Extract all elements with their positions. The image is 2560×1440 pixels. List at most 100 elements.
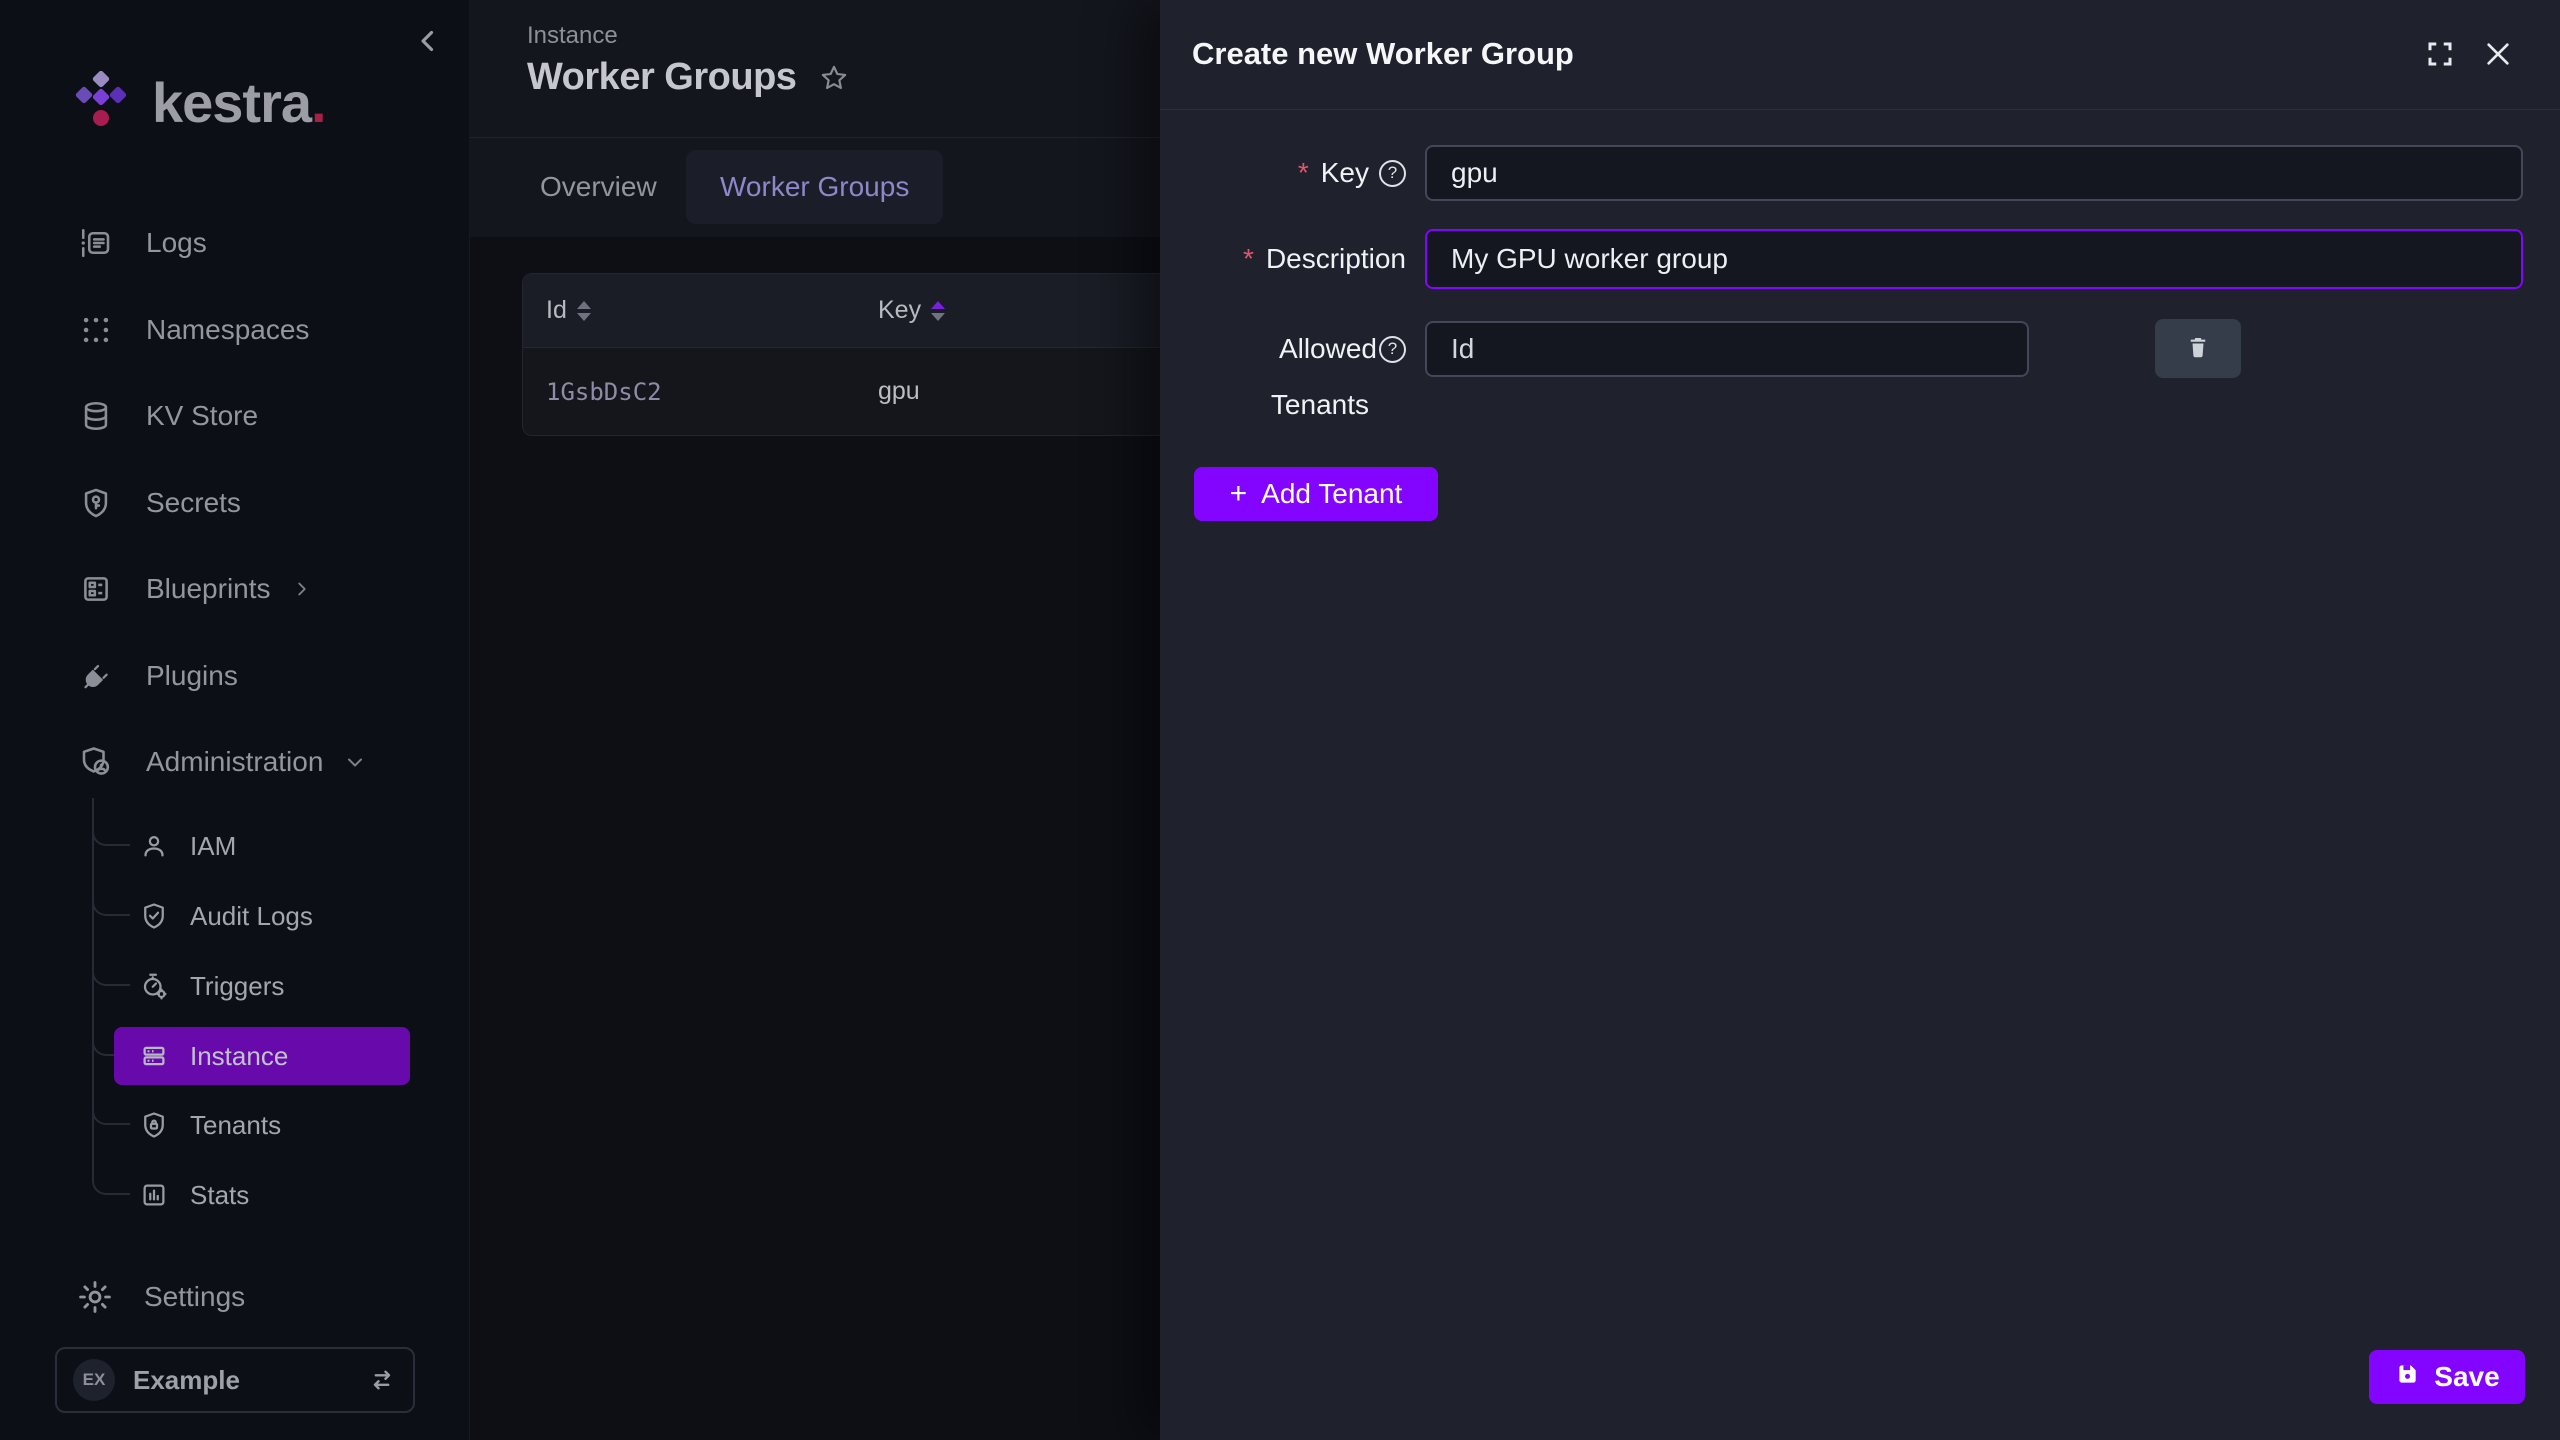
nav-label: Plugins: [146, 660, 238, 692]
description-input[interactable]: [1425, 229, 2523, 289]
tab-worker-groups[interactable]: Worker Groups: [686, 150, 943, 224]
column-header-id: Id: [546, 296, 567, 325]
sidebar-collapse-button[interactable]: [408, 22, 448, 62]
sidebar-item-tenants[interactable]: Tenants: [114, 1096, 410, 1154]
trash-icon: [2184, 333, 2212, 364]
label-text: Allowed: [1279, 333, 1377, 365]
tab-overview[interactable]: Overview: [506, 150, 691, 224]
sort-control-key[interactable]: [931, 301, 945, 321]
create-worker-group-drawer: Create new Worker Group * Key ? * Descri…: [1160, 0, 2560, 1440]
worker-groups-table: Id Key 1GsbDsC2 gpu: [522, 273, 1262, 436]
table-row[interactable]: 1GsbDsC2 gpu: [523, 347, 1261, 435]
help-icon[interactable]: ?: [1379, 160, 1406, 187]
cell-id: 1GsbDsC2: [546, 378, 662, 406]
required-marker: *: [1243, 243, 1254, 275]
sidebar-item-namespaces[interactable]: Namespaces: [58, 299, 448, 361]
nav-label: Stats: [190, 1180, 249, 1211]
kestra-logo[interactable]: kestra.: [72, 70, 327, 135]
fullscreen-icon: [2425, 39, 2455, 72]
plug-icon: [78, 658, 114, 694]
fullscreen-button[interactable]: [2418, 33, 2462, 77]
nav-label: Instance: [190, 1041, 288, 1072]
nav-label: Namespaces: [146, 314, 309, 346]
favorite-star-button[interactable]: [818, 62, 850, 97]
sort-asc-icon: [577, 301, 591, 309]
nav-label: Audit Logs: [190, 901, 313, 932]
breadcrumb: Instance: [527, 22, 618, 50]
sidebar-item-iam[interactable]: IAM: [114, 817, 410, 875]
swap-horizontal-icon: [367, 1365, 397, 1395]
shield-check-icon: [138, 900, 170, 932]
shield-key-icon: [78, 485, 114, 521]
gear-icon: [76, 1278, 114, 1316]
close-button[interactable]: [2476, 33, 2520, 77]
key-input[interactable]: [1425, 145, 2523, 201]
sidebar-item-audit-logs[interactable]: Audit Logs: [114, 887, 410, 945]
allowed-tenant-id-input[interactable]: [1425, 321, 2029, 377]
delete-tenant-button[interactable]: [2155, 319, 2241, 378]
help-glyph: ?: [1388, 163, 1397, 183]
chevron-right-icon: [291, 578, 313, 600]
drawer-title: Create new Worker Group: [1192, 36, 1574, 72]
nav-label: Settings: [144, 1281, 245, 1313]
allowed-tenants-label-line1: Allowed ?: [1190, 321, 1406, 377]
required-marker: *: [1298, 157, 1309, 189]
save-icon: [2394, 1361, 2420, 1394]
tab-label: Worker Groups: [720, 171, 909, 203]
label-text: Key: [1321, 157, 1369, 189]
logs-icon: [78, 225, 114, 261]
nav-label: Logs: [146, 227, 207, 259]
add-tenant-button[interactable]: + Add Tenant: [1194, 467, 1438, 521]
help-icon[interactable]: ?: [1379, 336, 1406, 363]
chevron-left-icon: [411, 46, 445, 61]
shield-account-icon: [78, 744, 114, 780]
sidebar-item-secrets[interactable]: Secrets: [58, 472, 448, 534]
sidebar-item-settings[interactable]: Settings: [58, 1266, 448, 1328]
sidebar-item-logs[interactable]: Logs: [58, 212, 448, 274]
sidebar-item-stats[interactable]: Stats: [114, 1166, 410, 1224]
nav-label: Blueprints: [146, 573, 271, 605]
key-field-label: * Key ?: [1190, 145, 1406, 201]
sidebar-item-plugins[interactable]: Plugins: [58, 645, 448, 707]
cell-key: gpu: [878, 377, 920, 406]
star-icon: [818, 82, 850, 97]
tenant-name: Example: [133, 1365, 367, 1396]
namespaces-icon: [78, 312, 114, 348]
close-icon: [2482, 38, 2514, 73]
subnav-tree-line: [92, 798, 94, 1182]
logo-dot: .: [311, 70, 327, 135]
sidebar: kestra. Logs Namespaces KV Store Se: [0, 0, 470, 1440]
page-title: Worker Groups: [527, 56, 796, 99]
table-header-row: Id Key: [523, 274, 1261, 347]
help-glyph: ?: [1388, 339, 1397, 359]
chevron-down-icon: [343, 750, 367, 774]
nav-label: Secrets: [146, 487, 241, 519]
save-button[interactable]: Save: [2369, 1350, 2525, 1404]
blueprints-icon: [78, 571, 114, 607]
column-header-key: Key: [878, 296, 921, 325]
nav-label: IAM: [190, 831, 236, 862]
sort-asc-icon-active: [931, 301, 945, 309]
sidebar-item-instance[interactable]: Instance: [114, 1027, 410, 1085]
drawer-header: Create new Worker Group: [1160, 0, 2560, 110]
sort-control-id[interactable]: [577, 301, 591, 321]
nav-label: Tenants: [190, 1110, 281, 1141]
sidebar-item-administration[interactable]: Administration: [58, 731, 448, 793]
sort-desc-icon: [931, 313, 945, 321]
nav-label: KV Store: [146, 400, 258, 432]
tenant-selector[interactable]: EX Example: [55, 1347, 415, 1413]
logo-text: kestra: [152, 70, 311, 135]
description-field-label: * Description: [1190, 229, 1406, 289]
tenant-avatar: EX: [73, 1359, 115, 1401]
shield-lock-icon: [138, 1109, 170, 1141]
timer-cog-icon: [138, 970, 170, 1002]
add-tenant-label: Add Tenant: [1261, 478, 1402, 510]
sidebar-item-triggers[interactable]: Triggers: [114, 957, 410, 1015]
nav-label: Triggers: [190, 971, 284, 1002]
sidebar-item-blueprints[interactable]: Blueprints: [58, 558, 448, 620]
sort-desc-icon: [577, 313, 591, 321]
kestra-logo-icon: [72, 71, 130, 135]
label-text: Description: [1266, 243, 1406, 275]
sidebar-item-kv-store[interactable]: KV Store: [58, 385, 448, 447]
server-icon: [138, 1040, 170, 1072]
